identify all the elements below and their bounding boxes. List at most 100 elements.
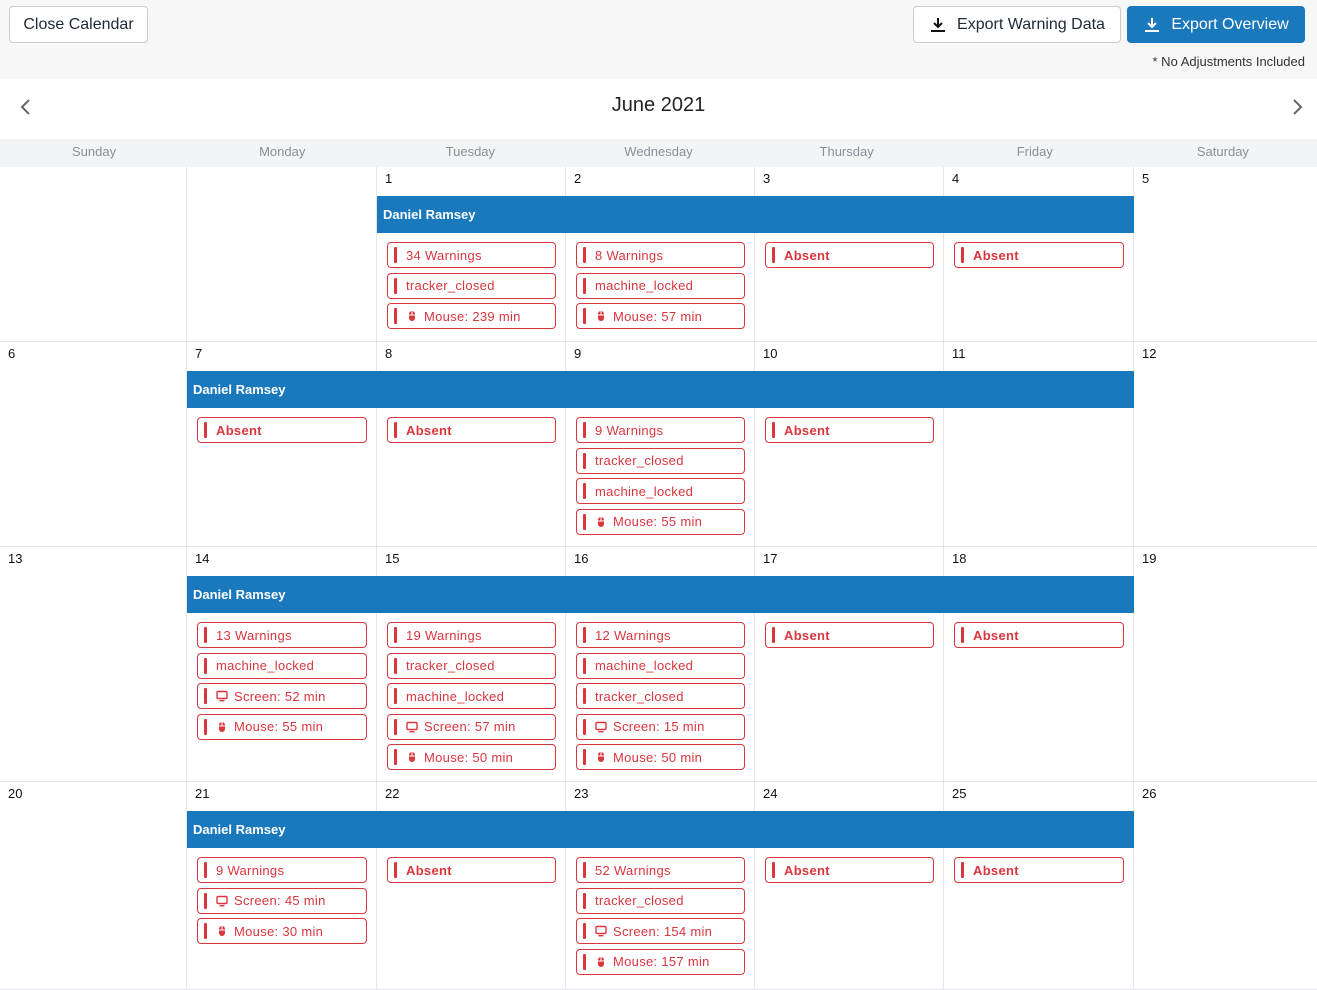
absent-tag[interactable]: Absent [765,857,934,883]
day-number: 26 [1142,786,1157,801]
employee-band[interactable]: Daniel Ramsey [377,196,1134,233]
tag-label: Mouse: 55 min [613,514,703,530]
absent-tag[interactable]: Absent [197,417,367,443]
warning-tag[interactable]: 13 Warnings [197,622,367,648]
tag-label: 12 Warnings [595,627,671,643]
mouse-icon [598,516,604,527]
warning-tag[interactable]: Mouse: 30 min [197,918,367,945]
month-title: June 2021 [611,94,706,116]
warning-tag[interactable]: Screen: 45 min [197,887,367,914]
tag-label: machine_locked [216,658,315,674]
warning-tag[interactable]: 52 Warnings [576,857,745,883]
tag-label: Mouse: 55 min [234,719,324,735]
tag-label: Mouse: 239 min [424,308,521,324]
screen-icon [595,925,607,937]
absent-tag[interactable]: Absent [387,417,556,443]
warning-tag[interactable]: Screen: 52 min [197,683,367,710]
absent-tag[interactable]: Absent [765,622,934,648]
tag-label: Screen: 15 min [613,719,705,735]
warning-tag[interactable]: 9 Warnings [197,857,367,883]
day-cell[interactable]: 13 [0,547,187,781]
day-number: 10 [763,346,778,361]
warning-tag[interactable]: machine_locked [387,683,556,710]
warning-tag[interactable]: tracker_closed [387,272,556,299]
day-cell[interactable] [0,167,187,341]
day-number: 2 [574,171,582,186]
warning-tag[interactable]: 8 Warnings [576,242,745,268]
export-overview-label: Export Overview [1171,15,1289,33]
warning-tag[interactable]: machine_locked [576,272,745,299]
warning-tag[interactable]: Mouse: 50 min [576,744,745,771]
tag-label: Mouse: 30 min [234,923,324,939]
calendar-week: 13 14 13 Warnings machine_locked Screen: 52 … [0,547,1317,782]
warning-tag[interactable]: Mouse: 239 min [387,303,556,330]
day-cell[interactable]: 4 Absent [944,167,1134,341]
absent-tag[interactable]: Absent [387,857,556,883]
day-cell[interactable]: 2 8 Warnings machine_locked Mouse: 57 min [566,167,755,341]
tag-label: machine_locked [595,483,694,499]
close-calendar-button[interactable]: Close Calendar [9,6,148,43]
warning-tag[interactable]: Mouse: 157 min [576,948,745,975]
day-cell[interactable]: 20 [0,782,187,989]
absent-tag[interactable]: Absent [765,242,934,268]
warning-tag[interactable]: 19 Warnings [387,622,556,648]
warning-tag[interactable]: Mouse: 57 min [576,303,745,330]
warning-tag[interactable]: Screen: 57 min [387,713,556,740]
warning-tag[interactable]: machine_locked [576,652,745,679]
export-warning-data-button[interactable]: Export Warning Data [913,6,1121,43]
tag-label: Absent [406,422,452,438]
warning-tag[interactable]: 12 Warnings [576,622,745,648]
day-number: 22 [385,786,400,801]
tag-label: Mouse: 50 min [613,749,703,765]
warning-tag[interactable]: Mouse: 55 min [197,713,367,740]
weekday-label: Sunday [72,144,117,159]
weekday-label: Monday [259,144,306,159]
weekday-label: Saturday [1196,144,1249,159]
absent-tag[interactable]: Absent [765,417,934,443]
warning-tag[interactable]: tracker_closed [576,447,745,474]
day-cell[interactable] [187,167,377,341]
day-number: 17 [763,551,778,566]
absent-tag[interactable]: Absent [954,242,1124,268]
tag-label: 13 Warnings [216,627,292,643]
absent-tag[interactable]: Absent [954,857,1124,883]
tag-label: tracker_closed [595,688,684,704]
mouse-icon [219,721,225,732]
employee-name: Daniel Ramsey [193,587,286,602]
day-cell[interactable]: 12 [1134,342,1317,546]
warning-tag[interactable]: tracker_closed [576,887,745,914]
day-cell[interactable]: 6 [0,342,187,546]
employee-band[interactable]: Daniel Ramsey [187,371,1134,408]
tag-label: Screen: 45 min [234,893,326,909]
warning-tag[interactable]: 34 Warnings [387,242,556,268]
warning-tag[interactable]: tracker_closed [387,652,556,679]
tag-label: Absent [216,422,262,438]
day-cell[interactable]: 5 [1134,167,1317,341]
warning-tag[interactable]: Screen: 154 min [576,918,745,945]
weekday-header: Sunday Monday Tuesday Wednesday Thursday… [0,139,1317,167]
day-number: 3 [763,171,771,186]
employee-band[interactable]: Daniel Ramsey [187,576,1134,613]
warning-tag[interactable]: Mouse: 55 min [576,508,745,535]
day-cell[interactable]: 19 [1134,547,1317,781]
warning-tag[interactable]: Screen: 15 min [576,713,745,740]
day-number: 23 [574,786,589,801]
warning-tag[interactable]: tracker_closed [576,683,745,710]
warning-tag[interactable]: machine_locked [576,478,745,505]
warning-tag[interactable]: Mouse: 50 min [387,744,556,771]
day-cell[interactable]: 1 34 Warnings tracker_closed Mouse: 239 min [377,167,566,341]
warning-tag[interactable]: 9 Warnings [576,417,745,443]
chevron-right-icon[interactable] [1285,95,1309,119]
day-number: 1 [385,171,393,186]
tag-label: Absent [784,422,830,438]
day-number: 14 [195,551,210,566]
weekday-label: Tuesday [445,144,496,159]
day-cell[interactable]: 26 [1134,782,1317,989]
tag-label: 19 Warnings [406,627,482,643]
export-overview-button[interactable]: Export Overview [1127,6,1305,43]
employee-band[interactable]: Daniel Ramsey [187,811,1134,848]
day-number: 19 [1142,551,1157,566]
absent-tag[interactable]: Absent [954,622,1124,648]
day-cell[interactable]: 3 Absent [755,167,944,341]
warning-tag[interactable]: machine_locked [197,652,367,679]
